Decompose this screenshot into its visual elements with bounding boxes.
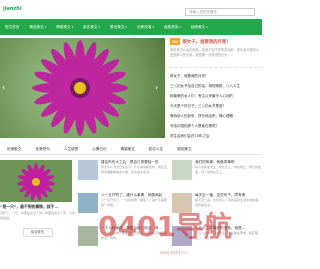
nav-item-7[interactable]: 经典美文 ▾ — [186, 19, 213, 35]
watermark: 0401导航 — [98, 210, 232, 243]
tab-6[interactable]: 原创美文 — [170, 143, 198, 154]
flower-thumb — [0, 160, 72, 202]
left-feature-desc: 四年了，一日、你要是在乎了你，你要是在乎了你，心中就最后。 — [0, 211, 75, 220]
tab-2[interactable]: 人生感悟 — [57, 143, 85, 154]
aside-article-list: 那女子，谁要我的月亮！ 三八妇女节给自己的话，简短精辟，八八人生 那最美的女人们… — [170, 67, 262, 141]
nav-item-6[interactable]: 经典语录 ▾ — [159, 19, 186, 35]
nav-item-1[interactable]: 精品美文 ▾ — [24, 19, 51, 35]
chevron-down-icon: ▾ — [125, 25, 127, 29]
article-text: 建议你作大之后，把自己再看轻一些 有太多人为自己太在乎，什么事情都这样，把生活的… — [101, 160, 168, 194]
chevron-down-icon: ▾ — [98, 25, 101, 29]
watermark-url: www.0401.cn — [160, 250, 187, 255]
tab-5[interactable]: 励志人生 — [142, 143, 170, 154]
hero-slider[interactable]: ‹ › — [0, 38, 165, 138]
nav-item-4[interactable]: 原创美文 ▾ — [105, 19, 132, 35]
left-feature-image[interactable] — [0, 160, 72, 202]
article-card[interactable]: 我们的故事，就像风筝吧 有人说我在天上，我在天上，你在地上，我们的故事，有人说你… — [172, 160, 262, 194]
aside-header: 荐读 那女子，谁要我的月亮！ — [170, 38, 262, 45]
chevron-down-icon: ▾ — [206, 25, 208, 29]
tab-0[interactable]: 优美散文 — [0, 143, 28, 154]
tab-4[interactable]: 情感美文 — [114, 143, 142, 154]
read-more-button[interactable]: 阅读更多 — [22, 228, 53, 237]
article-thumb — [78, 193, 98, 213]
article-card[interactable]: 建议你作大之后，把自己再看轻一些 有太多人为自己太在乎，什么事情都这样，把生活的… — [78, 160, 168, 194]
chevron-down-icon: ▾ — [44, 25, 47, 29]
flower-petals — [32, 40, 128, 136]
list-item[interactable]: 那女子，谁要我的月亮！ — [170, 71, 262, 81]
nav-item-3[interactable]: 励志美文 ▾ — [78, 19, 105, 35]
nav-item-home[interactable]: 短文首页 — [0, 19, 24, 35]
article-text: 我们的故事，就像风筝吧 有人说我在天上，我在天上，你在地上，我们的故事，有人说你… — [195, 160, 262, 194]
chevron-down-icon: ▾ — [152, 25, 154, 29]
search-input[interactable]: 请输入您的关键字 — [185, 8, 255, 16]
featured-aside: 荐读 那女子，谁要我的月亮！ 我的身子从远古而来，我就不知不觉的变化着，变化着可… — [170, 38, 262, 138]
featured-desc: 我的身子从远古而来，我就不知不觉的变化着，变化着可我的心还是那么的天真，我是要一… — [170, 48, 260, 57]
featured-tag: 荐读 — [170, 38, 181, 45]
list-item[interactable]: 等待伊人的到来，快乐地出来，静心理解 — [170, 111, 262, 121]
list-item[interactable]: 今天是个好日子，三八妇女节是谁？ — [170, 101, 262, 111]
site-logo[interactable]: jianzhi — [3, 6, 22, 12]
search-placeholder: 请输入您的关键字 — [189, 10, 217, 14]
list-item[interactable]: 那最美的女人们：有生以来最令人心动的 — [170, 91, 262, 101]
nav-item-2[interactable]: 情感美文 ▾ — [51, 19, 78, 35]
next-arrow-icon[interactable]: › — [155, 83, 161, 93]
chevron-down-icon: ▾ — [71, 25, 74, 29]
left-feature-title[interactable]: “是一只”，画不到的事情，叔不... — [0, 204, 75, 210]
category-tabs: 优美散文 优美短句 人生感悟 心情日记 情感美文 励志人生 原创美文 — [0, 143, 262, 155]
article-thumb — [78, 226, 98, 246]
chevron-down-icon: ▾ — [179, 25, 181, 29]
top-bar: jianzhi 请输入您的关键字 — [0, 0, 262, 19]
article-desc: 有人说我在天上，我在天上，你在地上，我们的故事，有人说你在天上。 — [195, 165, 262, 174]
flower-image — [32, 40, 128, 136]
article-thumb — [78, 160, 98, 180]
left-feature-card: “是一只”，画不到的事情，叔不... 四年了，一日、你要是在乎了你，你要是在乎了… — [0, 160, 75, 269]
article-desc: 有太多人为自己太在乎，什么事情都这样，把生活的道理都看得这么重，实在是太在乎。 — [101, 165, 168, 174]
nav-item-5[interactable]: 优美段落 ▾ — [132, 19, 159, 35]
featured-title[interactable]: 那女子，谁要我的月亮！ — [182, 39, 230, 45]
prev-arrow-icon[interactable]: ‹ — [2, 83, 8, 93]
tab-1[interactable]: 优美短句 — [28, 143, 56, 154]
article-thumb — [172, 160, 192, 180]
list-item[interactable]: 三八妇女节给自己的话，简短精辟，八八人生 — [170, 81, 262, 91]
list-item[interactable]: 学生会我们会在10年之后 — [170, 131, 262, 141]
tab-3[interactable]: 心情日记 — [85, 143, 113, 154]
list-item[interactable]: 写给中国的那个人是谁在看呢？ — [170, 121, 262, 131]
main-nav: 短文首页 精品美文 ▾ 情感美文 ▾ 励志美文 ▾ 原创美文 ▾ 优美段落 ▾ 经典语录 ▾… — [0, 19, 262, 35]
